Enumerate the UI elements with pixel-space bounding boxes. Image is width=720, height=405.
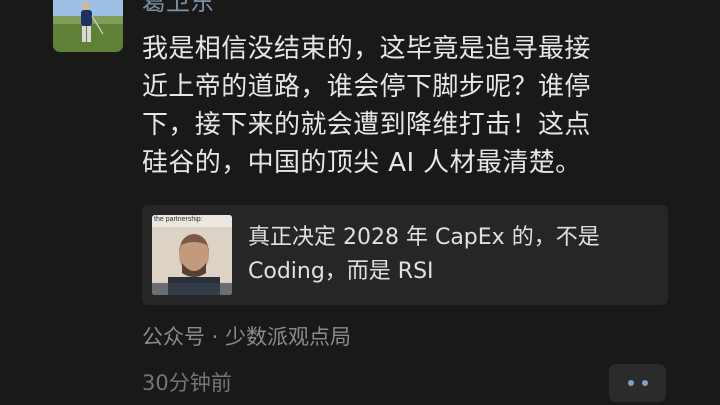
- post-text-line: 近上帝的道路，谁会停下脚步呢？谁停: [142, 72, 591, 102]
- timestamp: 30分钟前: [142, 371, 232, 395]
- more-dots-icon: [627, 380, 648, 386]
- post-text: 我是相信没结束的，这毕竟是追寻最接 近上帝的道路，谁会停下脚步呢？谁停 下，接下…: [142, 30, 682, 182]
- source-label[interactable]: 公众号 · 少数派观点局: [142, 322, 351, 352]
- link-title: 真正决定 2028 年 CapEx 的，不是 Coding，而是 RSI: [248, 221, 648, 289]
- avatar[interactable]: [53, 0, 123, 52]
- more-button[interactable]: [609, 364, 666, 402]
- link-thumbnail: the partnership:: [152, 215, 232, 295]
- link-card[interactable]: the partnership: 真正决定 2028 年 CapEx 的，不是 …: [142, 205, 668, 305]
- post-text-line: 我是相信没结束的，这毕竟是追寻最接: [142, 34, 591, 64]
- thumbnail-caption: the partnership:: [154, 216, 203, 223]
- person-portrait-image: [152, 215, 232, 295]
- link-title-line: 真正决定 2028 年 CapEx 的，不是: [248, 225, 600, 250]
- golfer-avatar-image: [53, 0, 123, 52]
- post-text-line: 下，接下来的就会遭到降维打击！这点: [142, 110, 591, 140]
- link-title-line: Coding，而是 RSI: [248, 259, 434, 284]
- post-text-line: 硅谷的，中国的顶尖 AI 人材最清楚。: [142, 148, 582, 178]
- author-name[interactable]: 葛卫东: [142, 0, 214, 16]
